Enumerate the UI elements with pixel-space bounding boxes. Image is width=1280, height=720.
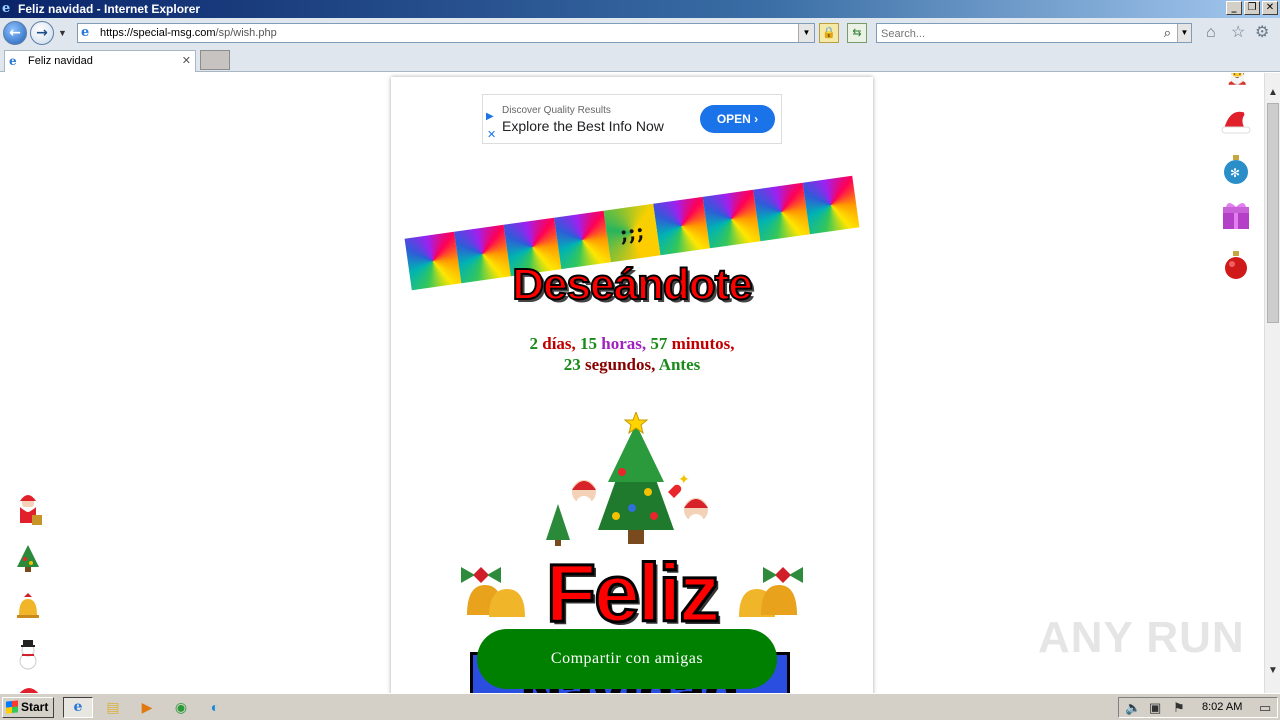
start-button[interactable]: Start (2, 697, 54, 718)
window-title: Feliz navidad - Internet Explorer (18, 2, 201, 16)
red-ornament-icon (1225, 251, 1247, 279)
back-button[interactable]: ← (3, 21, 27, 45)
history-dropdown-button[interactable]: ▼ (58, 27, 68, 39)
ad-open-button[interactable]: OPEN › (700, 105, 775, 133)
santa-hat-icon (1221, 110, 1251, 134)
system-tray: 🔈 ▣ ⚑ 8:02 AM ▭ (1118, 697, 1278, 718)
folder-icon[interactable]: ▤ (103, 698, 123, 716)
countdown-seconds-num: 23 (563, 355, 581, 374)
back-arrow-icon: ← (9, 25, 21, 41)
santa-hat-partial-icon: 🎅 (1226, 73, 1249, 86)
small-tree-icon (17, 545, 39, 572)
address-bar[interactable]: e https://special-msg.com/sp/wish.php ▼ (77, 23, 815, 43)
countdown-days-label: días, (542, 334, 576, 353)
start-label: Start (21, 700, 49, 714)
security-lock-button[interactable]: 🔒 (819, 23, 839, 43)
blue-ornament-icon: ✻ (1224, 155, 1248, 184)
banner-tile (653, 196, 711, 256)
search-box[interactable]: ⌕ ▼ (876, 23, 1192, 43)
search-input[interactable] (881, 26, 1151, 41)
close-button[interactable]: ✕ (1262, 1, 1278, 15)
banner-center-text: ;;; (618, 218, 646, 248)
scroll-up-arrow-icon[interactable]: ▲ (1265, 85, 1280, 101)
edge-icon[interactable]: ◐ (205, 698, 225, 716)
banner-tile (752, 182, 810, 242)
countdown-days-num: 2 (529, 334, 539, 353)
forward-button[interactable]: → (30, 21, 54, 45)
countdown-text: 2 días, 15 horas, 57 minutos, 23 segundo… (391, 333, 873, 375)
page-ie-icon: e (81, 25, 90, 40)
url-host: https://special-msg.com (100, 27, 216, 39)
chrome-icon[interactable]: ◉ (171, 698, 191, 716)
santa-claus-icon (20, 495, 42, 525)
countdown-seconds-label: segundos, (584, 355, 656, 374)
url-path: /sp/wish.php (215, 27, 277, 39)
window-titlebar: e Feliz navidad - Internet Explorer _ ❐ … (0, 0, 1280, 18)
banner-tile (802, 175, 860, 235)
countdown-minutes-label: minutos, (671, 334, 735, 353)
minimize-button[interactable]: _ (1226, 1, 1242, 15)
ad-title: Explore the Best Info Now (502, 118, 664, 134)
media-player-icon[interactable]: ▶ (137, 698, 157, 716)
scrollbar-thumb[interactable] (1267, 103, 1279, 323)
vertical-scrollbar[interactable]: ▲ ▼ (1264, 73, 1280, 693)
page-heading: Deseándote (511, 259, 753, 310)
forward-arrow-icon: → (36, 25, 48, 41)
search-icon[interactable]: ⌕ (1164, 25, 1171, 41)
ad-subtitle: Discover Quality Results (502, 105, 611, 116)
new-tab-button[interactable] (200, 50, 230, 70)
volume-icon[interactable]: 🔈 (1125, 700, 1141, 716)
countdown-minutes-num: 57 (650, 334, 668, 353)
christmas-tree-illustration: ✦ (536, 410, 736, 547)
ie-logo-icon: e (2, 1, 11, 16)
home-icon[interactable]: ⌂ (1206, 24, 1216, 42)
show-desktop-icon[interactable]: ▭ (1259, 700, 1271, 716)
partial-decoration-icon (19, 688, 39, 693)
tab-bar: e Feliz navidad ✕ (0, 48, 1280, 72)
tab-label: Feliz navidad (28, 55, 93, 67)
clock: 8:02 AM (1202, 701, 1243, 713)
countdown-hours-label: horas, (601, 334, 647, 353)
page-content: ▶ ✕ Discover Quality Results Explore the… (0, 73, 1264, 693)
refresh-icon: ⇆ (852, 27, 862, 39)
ad-banner[interactable]: ▶ ✕ Discover Quality Results Explore the… (482, 94, 782, 144)
share-with-friends-button[interactable]: Compartir con amigas (477, 629, 777, 689)
countdown-suffix: Antes (658, 355, 701, 374)
restore-button[interactable]: ❐ (1244, 1, 1260, 15)
tab-close-icon[interactable]: ✕ (182, 54, 191, 67)
banner-tile-center: ;;; (603, 203, 661, 263)
taskbar: Start e ▤ ▶ ◉ ◐ 🔈 ▣ ⚑ 8:02 AM ▭ (0, 693, 1280, 720)
tab-feliz-navidad[interactable]: e Feliz navidad ✕ (4, 50, 196, 72)
lock-icon: 🔒 (822, 27, 836, 39)
windows-logo-icon (6, 700, 18, 714)
refresh-button[interactable]: ⇆ (847, 23, 867, 43)
search-dropdown-button[interactable]: ▼ (1177, 24, 1191, 42)
favorites-star-icon[interactable]: ☆ (1231, 24, 1245, 42)
snowman-icon (19, 640, 37, 670)
window-controls: _ ❐ ✕ (1226, 1, 1278, 15)
flag-icon[interactable]: ⚑ (1173, 700, 1185, 716)
ad-choices-icon[interactable]: ▶ (486, 111, 494, 122)
network-icon[interactable]: ▣ (1149, 700, 1161, 716)
anyrun-watermark: ANY RUN (1038, 613, 1245, 662)
navigation-bar: ← → ▼ e https://special-msg.com/sp/wish.… (0, 18, 1280, 48)
address-dropdown-button[interactable]: ▼ (798, 24, 814, 42)
feliz-title: Feliz (544, 547, 721, 641)
settings-gear-icon[interactable]: ⚙ (1255, 24, 1269, 42)
greeting-card: ▶ ✕ Discover Quality Results Explore the… (391, 77, 873, 693)
christmas-tree-icon: ✦ (546, 410, 708, 546)
url-text[interactable]: https://special-msg.com/sp/wish.php (100, 27, 277, 39)
bell-icon (17, 593, 39, 618)
svg-text:✦: ✦ (678, 472, 690, 488)
countdown-hours-num: 15 (580, 334, 598, 353)
tab-ie-icon: e (9, 54, 17, 68)
banner-tile (702, 189, 760, 249)
taskbar-ie-button[interactable]: e (63, 697, 93, 718)
ad-close-icon[interactable]: ✕ (487, 128, 496, 141)
gift-box-icon (1223, 203, 1249, 229)
scroll-down-arrow-icon[interactable]: ▼ (1265, 663, 1280, 679)
svg-text:✻: ✻ (1230, 166, 1240, 180)
